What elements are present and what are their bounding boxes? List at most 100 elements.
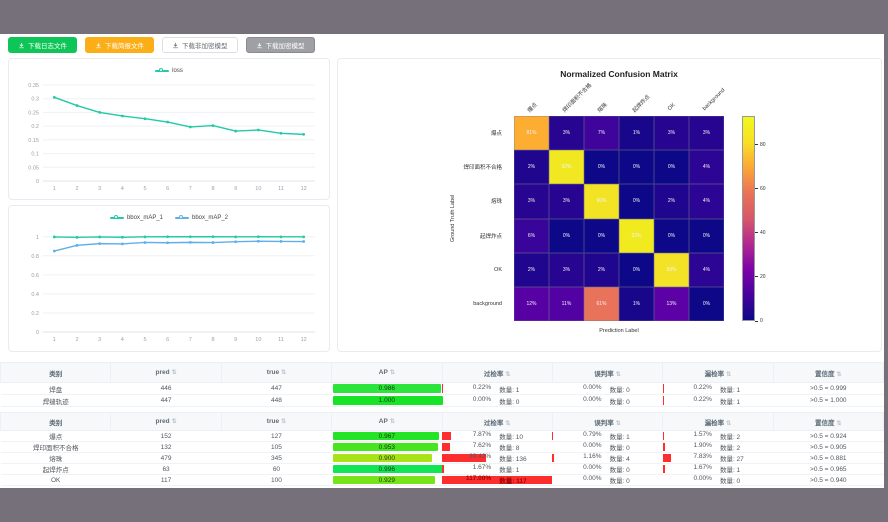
- svg-text:7: 7: [189, 186, 192, 192]
- svg-text:12: 12: [301, 337, 307, 343]
- column-header-漏检率[interactable]: 漏检率⇅: [663, 363, 773, 383]
- column-header-label: 类别: [49, 420, 62, 427]
- column-header-过检率[interactable]: 过检率⇅: [442, 363, 552, 383]
- missrate-value: 0.22%数量: 1: [663, 396, 773, 406]
- matrix-cell-value: 4%: [703, 198, 710, 204]
- matrix-cell-value: 0%: [563, 233, 570, 239]
- ap-cell: 0.967: [332, 431, 442, 442]
- svg-text:1: 1: [53, 337, 56, 343]
- svg-text:12: 12: [301, 186, 307, 192]
- matrix-cell-value: 11%: [562, 301, 572, 307]
- percent-text: 1.16%: [562, 453, 602, 463]
- column-header-label: true: [267, 369, 279, 376]
- overrate-cell: 7.62%数量: 8: [442, 442, 552, 453]
- column-header-置信度[interactable]: 置信度⇅: [773, 363, 883, 383]
- matrix-cell-value: 3%: [528, 198, 535, 204]
- download-button-3[interactable]: 下载非加密模型: [162, 37, 238, 53]
- matrix-cell-value: 4%: [703, 164, 710, 170]
- matrix-cell-value: 3%: [668, 130, 675, 136]
- legend-item-bbox_mAP_2[interactable]: bbox_mAP_2: [175, 215, 228, 221]
- matrix-cell-value: 2%: [598, 267, 605, 273]
- missrate-value: 7.83%数量: 27: [663, 453, 773, 463]
- page-content: 下载日志文件下载简报文件下载非加密模型下载加密模型 loss 00.050.10…: [0, 34, 884, 488]
- true-cell: 345: [221, 453, 331, 464]
- legend-item-loss[interactable]: loss: [155, 68, 183, 74]
- percent-text: 0.79%: [562, 431, 602, 441]
- download-button-1[interactable]: 下载日志文件: [8, 37, 77, 53]
- matrix-cell: 13%: [654, 287, 689, 321]
- svg-text:8: 8: [211, 337, 214, 343]
- column-header-漏检率[interactable]: 漏检率⇅: [663, 413, 773, 431]
- ap-value: 0.986: [379, 385, 395, 392]
- overrate-cell: 7.87%数量: 10: [442, 431, 552, 442]
- misjudge-cell: 0.79%数量: 1: [552, 431, 662, 442]
- count-text: 数量: 0: [610, 464, 654, 474]
- matrix-cell: 4%: [689, 184, 724, 218]
- column-header-过检率[interactable]: 过检率⇅: [442, 413, 552, 431]
- column-header-误判率[interactable]: 误判率⇅: [552, 413, 662, 431]
- app-window: 下载日志文件下载简报文件下载非加密模型下载加密模型 loss 00.050.10…: [0, 0, 888, 522]
- matrix-cell: 2%: [514, 150, 549, 184]
- confidence-cell: >0.5 = 0.999: [773, 383, 883, 395]
- sort-icon: ⇅: [837, 372, 842, 378]
- svg-text:0.05: 0.05: [28, 165, 39, 171]
- true-cell: 447: [221, 383, 331, 395]
- class-cell: 焊盘: [1, 383, 111, 395]
- missrate-cell: 1.57%数量: 2: [663, 431, 773, 442]
- legend-dot-icon: [159, 68, 163, 72]
- class-cell: 起焊炸点: [1, 464, 111, 475]
- percent-text: 7.62%: [451, 442, 491, 452]
- missrate-cell: 1.90%数量: 2: [663, 442, 773, 453]
- column-header-label: pred: [156, 418, 170, 425]
- matrix-row-label: background: [338, 287, 508, 321]
- column-header-AP[interactable]: AP⇅: [332, 363, 442, 383]
- count-text: 数量: 1: [720, 396, 764, 406]
- ap-cell: 0.996: [332, 464, 442, 475]
- map-line-chart: 00.20.40.60.81123456789101112: [13, 226, 325, 348]
- matrix-cell-value: 13%: [666, 301, 676, 307]
- sort-icon: ⇅: [281, 419, 286, 425]
- download-button-2[interactable]: 下载简报文件: [85, 37, 154, 53]
- percent-text: 1.57%: [672, 431, 712, 441]
- svg-text:4: 4: [121, 337, 124, 343]
- confidence-cell: >0.5 = 1.000: [773, 395, 883, 407]
- confidence-cell: >0.5 = 0.881: [773, 453, 883, 464]
- column-header-label: true: [267, 418, 279, 425]
- sort-icon: ⇅: [616, 372, 621, 378]
- misjudge-value: 0.00%数量: 0: [552, 442, 662, 452]
- matrix-cell: 3%: [689, 116, 724, 150]
- sort-icon: ⇅: [281, 370, 286, 376]
- matrix-cell-value: 0%: [703, 301, 710, 307]
- svg-text:3: 3: [98, 186, 101, 192]
- colorbar-tick-icon: [755, 321, 758, 322]
- confusion-matrix-title: Normalized Confusion Matrix: [514, 69, 724, 79]
- column-header-误判率[interactable]: 误判率⇅: [552, 363, 662, 383]
- percent-text: 0.00%: [562, 396, 602, 406]
- column-header-置信度[interactable]: 置信度⇅: [773, 413, 883, 431]
- legend-item-bbox_mAP_1[interactable]: bbox_mAP_1: [110, 215, 163, 221]
- loss-chart-card: loss 00.050.10.150.20.250.30.35123456789…: [8, 58, 330, 200]
- overrate-value: 7.62%数量: 8: [442, 442, 552, 452]
- overrate-cell: 0.00%数量: 0: [442, 395, 552, 407]
- column-header-AP[interactable]: AP⇅: [332, 413, 442, 431]
- percent-text: 0.22%: [672, 384, 712, 394]
- column-header-pred[interactable]: pred⇅: [111, 363, 221, 383]
- column-header-label: AP: [379, 369, 388, 376]
- summary-table-1: 类别pred⇅true⇅AP⇅过检率⇅误判率⇅漏检率⇅置信度⇅焊盘4464470…: [0, 362, 884, 407]
- legend-marker-icon: [175, 217, 189, 219]
- matrix-column-label: 爆点: [525, 101, 538, 114]
- sort-icon: ⇅: [390, 370, 395, 376]
- table-row: 爆点1521270.9677.87%数量: 100.79%数量: 11.57%数…: [1, 431, 884, 442]
- svg-text:0.35: 0.35: [28, 83, 39, 89]
- confusion-matrix-card: Normalized Confusion Matrix Ground Truth…: [337, 58, 882, 352]
- matrix-cell: 3%: [654, 116, 689, 150]
- download-button-4[interactable]: 下载加密模型: [246, 37, 315, 53]
- matrix-cell: 2%: [584, 253, 619, 287]
- column-header-true[interactable]: true⇅: [221, 413, 331, 431]
- ap-value: 0.953: [379, 444, 395, 451]
- column-header-true[interactable]: true⇅: [221, 363, 331, 383]
- download-button-label: 下载简报文件: [105, 40, 144, 50]
- percent-text: 1.67%: [451, 464, 491, 474]
- confusion-matrix-xlabel: Prediction Label: [514, 328, 724, 334]
- column-header-pred[interactable]: pred⇅: [111, 413, 221, 431]
